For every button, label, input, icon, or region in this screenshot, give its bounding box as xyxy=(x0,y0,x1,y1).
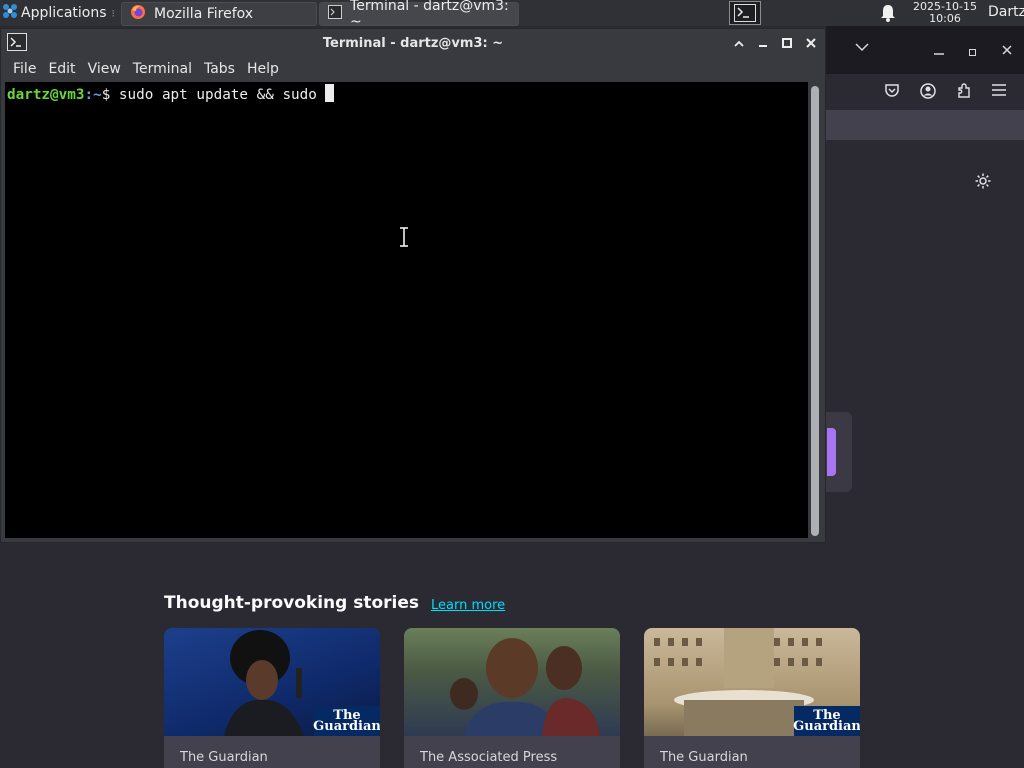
story-image: The Guardian xyxy=(164,628,380,736)
clock-time: 10:06 xyxy=(929,12,961,25)
menu-help[interactable]: Help xyxy=(243,61,287,77)
terminal-launcher-button[interactable] xyxy=(729,1,761,25)
terminal-titlebar[interactable]: Terminal - dartz@vm3: ~ xyxy=(1,29,825,57)
maximize-button[interactable] xyxy=(777,33,797,53)
menu-terminal[interactable]: Terminal xyxy=(129,61,200,77)
terminal-output[interactable]: dartz@vm3:~$ sudo apt update && sudo xyxy=(5,82,808,538)
hamburger-menu-icon[interactable] xyxy=(992,84,1006,100)
story-source: The Associated Press xyxy=(420,750,558,765)
text-cursor xyxy=(325,84,335,102)
shade-button[interactable] xyxy=(729,33,749,53)
story-source: The Guardian xyxy=(660,750,748,765)
applications-label: Applications xyxy=(21,5,107,21)
menu-tabs[interactable]: Tabs xyxy=(200,61,243,77)
tab-list-chevron-icon[interactable] xyxy=(855,40,869,56)
guardian-logo: The Guardian xyxy=(313,706,380,736)
story-source: The Guardian xyxy=(180,750,268,765)
pocket-icon[interactable] xyxy=(884,83,900,103)
stories-heading: Thought-provoking stories xyxy=(164,593,420,613)
terminal-window-icon xyxy=(7,33,27,55)
minimize-icon xyxy=(759,45,767,47)
terminal-icon xyxy=(328,4,343,23)
side-shortcut-accent xyxy=(827,428,836,476)
ibeam-cursor-icon xyxy=(399,227,409,251)
taskbar-firefox[interactable]: Mozilla Firefox xyxy=(121,1,318,26)
story-card[interactable]: The Guardian The Guardian xyxy=(644,628,860,768)
minimize-button[interactable] xyxy=(753,33,773,53)
close-icon xyxy=(806,38,816,48)
menu-view[interactable]: View xyxy=(84,61,129,77)
extensions-icon[interactable] xyxy=(956,83,972,103)
user-menu[interactable]: Dartz xyxy=(988,4,1024,20)
story-card[interactable]: The Guardian The Guardian xyxy=(164,628,380,768)
top-panel: Applications ⁝ Mozilla Firefox Terminal … xyxy=(0,0,1024,30)
story-image xyxy=(404,628,620,736)
newtab-settings-gear-icon[interactable] xyxy=(974,172,992,194)
taskbar-terminal-label: Terminal - dartz@vm3: ~ xyxy=(350,0,509,30)
clock[interactable]: 2025-10-15 10:06 xyxy=(908,0,982,25)
story-image: The Guardian xyxy=(644,628,860,736)
menu-separator-icon: ⁝ xyxy=(111,6,116,20)
guardian-logo: The Guardian xyxy=(793,706,860,736)
close-button[interactable] xyxy=(801,33,821,53)
taskbar-terminal[interactable]: Terminal - dartz@vm3: ~ xyxy=(319,0,520,30)
menu-edit[interactable]: Edit xyxy=(44,61,83,77)
terminal-menubar: File Edit View Terminal Tabs Help xyxy=(1,57,825,81)
menu-file[interactable]: File xyxy=(1,61,44,77)
firefox-minimize-icon[interactable] xyxy=(934,44,944,60)
applications-menu-button[interactable]: Applications ⁝ xyxy=(0,0,121,26)
notification-bell-icon[interactable] xyxy=(880,4,896,26)
terminal-scrollbar[interactable] xyxy=(811,86,819,536)
story-card[interactable]: The Associated Press xyxy=(404,628,620,768)
firefox-icon xyxy=(130,4,146,24)
xfce-logo-icon xyxy=(2,3,18,23)
account-icon[interactable] xyxy=(920,83,936,103)
maximize-icon xyxy=(782,38,792,48)
firefox-urlbar-area[interactable] xyxy=(826,110,1024,140)
terminal-title: Terminal - dartz@vm3: ~ xyxy=(322,35,504,51)
terminal-launcher-icon xyxy=(734,4,756,22)
taskbar-firefox-label: Mozilla Firefox xyxy=(154,5,254,22)
firefox-maximize-icon[interactable] xyxy=(969,44,976,60)
prompt-path: :~ xyxy=(84,87,102,103)
command-text: sudo apt update && sudo xyxy=(110,87,326,103)
prompt-symbol: $ xyxy=(101,87,111,103)
prompt-user-host: dartz@vm3 xyxy=(7,87,85,103)
firefox-close-icon[interactable] xyxy=(1002,43,1012,59)
learn-more-link[interactable]: Learn more xyxy=(431,598,505,613)
terminal-window[interactable]: Terminal - dartz@vm3: ~ File Edit View T… xyxy=(0,28,826,543)
chevron-up-icon xyxy=(734,40,744,47)
